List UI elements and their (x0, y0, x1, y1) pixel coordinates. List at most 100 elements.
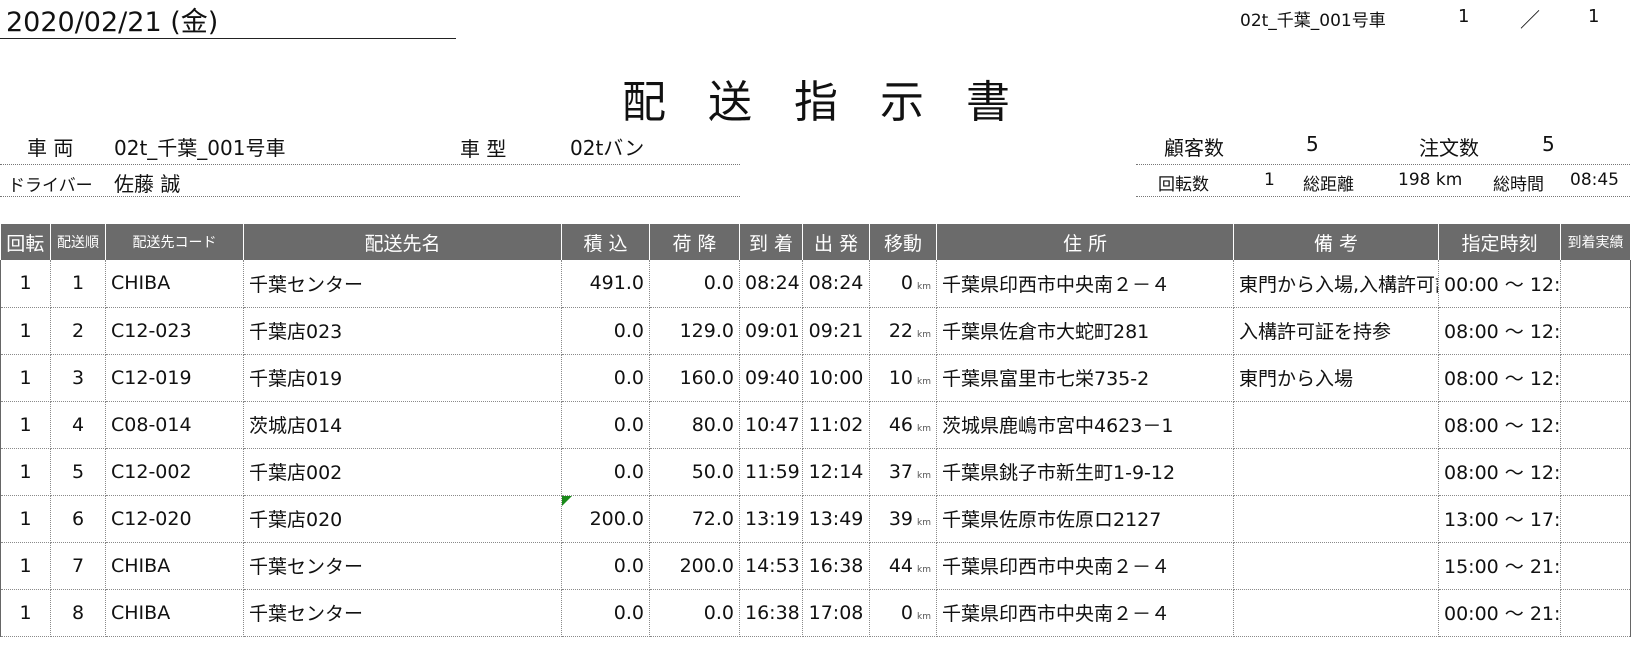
cell-distance: 0 km (869, 260, 937, 308)
cell-arrive: 09:40 (739, 354, 803, 402)
cell-note: 東門から入場,入構許可証を持参 (1233, 260, 1439, 308)
page-total: 1 (1588, 6, 1600, 27)
distance-unit: km (917, 423, 931, 434)
cell-load: 0.0 (561, 401, 650, 449)
cell-sequence: 8 (50, 589, 106, 637)
cell-time-window: 08:00 ～ 12:00 (1438, 307, 1561, 355)
cell-note (1233, 401, 1439, 449)
cell-unload: 0.0 (649, 260, 740, 308)
table-row: 1 5 C12-002 千葉店002 0.0 50.0 11:59 12:14 37 km 千葉県銚… (0, 448, 1631, 496)
cell-arrive: 13:19 (739, 495, 803, 543)
cell-unload: 160.0 (649, 354, 740, 402)
cell-depart: 11:02 (802, 401, 870, 449)
cell-unload: 0.0 (649, 589, 740, 637)
cell-actual-arrival (1560, 354, 1631, 402)
distance-value: 44 (888, 554, 914, 577)
table-row: 1 1 CHIBA 千葉センター 491.0 0.0 08:24 08:24 0 km 千葉県印西市… (0, 260, 1631, 308)
cell-load: 0.0 (561, 589, 650, 637)
cell-sequence: 6 (50, 495, 106, 543)
date-underline (0, 38, 456, 39)
cell-address: 千葉県佐倉市大蛇町281 (936, 307, 1234, 355)
col-header-sequence: 配送順 (50, 224, 106, 260)
col-header-load: 積 込 (561, 224, 650, 260)
cell-actual-arrival (1560, 495, 1631, 543)
header-divider-4 (1136, 196, 1630, 197)
distance-value: 22 (888, 319, 914, 342)
header-divider-1 (0, 164, 740, 165)
col-header-code: 配送先コード (105, 224, 244, 260)
distance-value: 46 (888, 413, 914, 436)
header-divider-2 (0, 196, 740, 197)
distance-unit: km (917, 376, 931, 387)
cell-arrive: 14:53 (739, 542, 803, 590)
col-header-depart: 出 発 (802, 224, 870, 260)
page-separator: ／ (1520, 8, 1540, 32)
cell-rotation: 1 (0, 589, 51, 637)
cell-sequence: 7 (50, 542, 106, 590)
distance-unit: km (917, 329, 931, 340)
cell-note (1233, 448, 1439, 496)
cell-sequence: 2 (50, 307, 106, 355)
table-row: 1 7 CHIBA 千葉センター 0.0 200.0 14:53 16:38 44 km 千葉県印西… (0, 542, 1631, 590)
distance-value: 10 (888, 366, 914, 389)
cell-code: C12-020 (105, 495, 244, 543)
table-row: 1 3 C12-019 千葉店019 0.0 160.0 09:40 10:00 10 km 千葉県… (0, 354, 1631, 402)
cell-rotation: 1 (0, 354, 51, 402)
cell-address: 千葉県佐原市佐原ロ2127 (936, 495, 1234, 543)
cell-distance: 39 km (869, 495, 937, 543)
cell-address: 茨城県鹿嶋市宮中4623－1 (936, 401, 1234, 449)
cell-depart: 16:38 (802, 542, 870, 590)
cell-sequence: 5 (50, 448, 106, 496)
cell-load: 491.0 (561, 260, 650, 308)
cell-actual-arrival (1560, 260, 1631, 308)
document-title: 配 送 指 示 書 (622, 77, 1024, 128)
cell-arrive: 08:24 (739, 260, 803, 308)
cell-arrive: 09:01 (739, 307, 803, 355)
cell-sequence: 4 (50, 401, 106, 449)
col-header-address: 住 所 (936, 224, 1234, 260)
cell-arrive: 16:38 (739, 589, 803, 637)
cell-rotation: 1 (0, 495, 51, 543)
cell-note: 東門から入場 (1233, 354, 1439, 402)
cell-rotation: 1 (0, 448, 51, 496)
customer-count-value: 5 (1306, 132, 1319, 156)
cell-load: 200.0 (561, 495, 650, 543)
cell-actual-arrival (1560, 542, 1631, 590)
cell-note: 入構許可証を持参 (1233, 307, 1439, 355)
cell-unload: 80.0 (649, 401, 740, 449)
page-current: 1 (1458, 6, 1470, 27)
page-vehicle-name: 02t_千葉_001号車 (1240, 11, 1386, 31)
distance-value: 0 (900, 272, 914, 295)
cell-code: C12-023 (105, 307, 244, 355)
cell-address: 千葉県富里市七栄735-2 (936, 354, 1234, 402)
cell-distance: 0 km (869, 589, 937, 637)
table-header-row: 回転 配送順 配送先コード 配送先名 積 込 荷 降 到 着 出 発 移動 住 … (0, 224, 1631, 260)
cell-rotation: 1 (0, 401, 51, 449)
col-header-distance: 移動 (869, 224, 937, 260)
cell-code: C12-019 (105, 354, 244, 402)
vehicle-label: 車 両 (27, 136, 74, 160)
col-header-destination: 配送先名 (243, 224, 562, 260)
cell-code: CHIBA (105, 542, 244, 590)
cell-distance: 44 km (869, 542, 937, 590)
cell-destination: 千葉店023 (243, 307, 562, 355)
cell-arrive: 11:59 (739, 448, 803, 496)
table-row: 1 6 C12-020 千葉店020 200.0 72.0 13:19 13:49 39 km 千葉… (0, 495, 1631, 543)
col-header-unload: 荷 降 (649, 224, 740, 260)
total-distance-value: 198 km (1398, 170, 1463, 190)
cell-time-window: 00:00 ～ 12:00 (1438, 260, 1561, 308)
cell-destination: 千葉センター (243, 260, 562, 308)
distance-unit: km (917, 282, 931, 293)
col-header-arrive: 到 着 (739, 224, 803, 260)
cell-address: 千葉県銚子市新生町1-9-12 (936, 448, 1234, 496)
delivery-schedule-table: 回転 配送順 配送先コード 配送先名 積 込 荷 降 到 着 出 発 移動 住 … (0, 224, 1631, 637)
cell-sequence: 1 (50, 260, 106, 308)
cell-arrive: 10:47 (739, 401, 803, 449)
vehicle-type-label: 車 型 (460, 137, 507, 161)
cell-load: 0.0 (561, 307, 650, 355)
cell-depart: 12:14 (802, 448, 870, 496)
cell-actual-arrival (1560, 307, 1631, 355)
cell-time-window: 00:00 ～ 21:00 (1438, 589, 1561, 637)
total-time-value: 08:45 (1570, 170, 1619, 190)
cell-address: 千葉県印西市中央南２－４ (936, 260, 1234, 308)
